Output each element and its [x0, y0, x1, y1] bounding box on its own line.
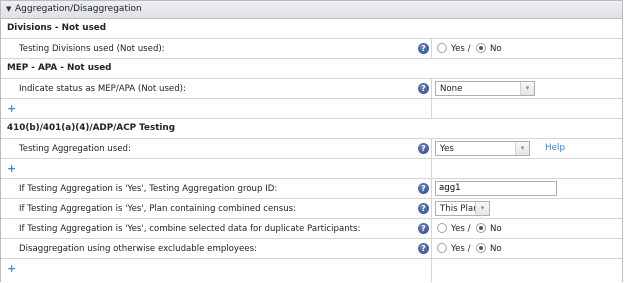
group-id-field[interactable]: [435, 181, 557, 196]
group-id-label: If Testing Aggregation is 'Yes', Testing…: [19, 184, 278, 194]
disaggregation-no-radio[interactable]: [476, 243, 486, 253]
column-divider: [431, 139, 432, 158]
disaggregation-yes-label: Yes /: [451, 244, 471, 254]
aggregation-used-label: Testing Aggregation used:: [19, 144, 131, 154]
column-divider: [431, 179, 432, 198]
help-link[interactable]: Help: [545, 143, 565, 153]
add-icon[interactable]: +: [7, 102, 16, 115]
combine-duplicates-no-label: No: [490, 224, 502, 234]
row-add-mep: +: [1, 99, 622, 119]
combined-census-label: If Testing Aggregation is 'Yes', Plan co…: [19, 204, 297, 214]
section-testing: 410(b)/401(a)(4)/ADP/ACP Testing: [1, 119, 622, 139]
aggregation-used-value: Yes: [440, 144, 454, 154]
row-combined-census: If Testing Aggregation is 'Yes', Plan co…: [1, 199, 622, 219]
row-mep-status: Indicate status as MEP/APA (Not used): ?…: [1, 79, 622, 99]
help-icon[interactable]: ?: [418, 243, 429, 254]
row-aggregation-used: Testing Aggregation used: ? Yes ▾ Help: [1, 139, 622, 159]
aggregation-used-select[interactable]: Yes ▾: [435, 141, 530, 156]
panel-title: Aggregation/Disaggregation: [15, 4, 142, 14]
chevron-down-icon[interactable]: ▾: [475, 202, 489, 215]
column-divider: [431, 159, 432, 178]
column-divider: [431, 239, 432, 258]
mep-status-select[interactable]: None ▾: [435, 81, 535, 96]
combined-census-select[interactable]: This Plan ▾: [435, 201, 490, 216]
section-divisions: Divisions - Not used: [1, 19, 622, 39]
panel-header[interactable]: ▼ Aggregation/Disaggregation: [1, 1, 622, 19]
mep-status-label: Indicate status as MEP/APA (Not used):: [19, 84, 186, 94]
row-add-aggregation: +: [1, 159, 622, 179]
row-disaggregation: Disaggregation using otherwise excludabl…: [1, 239, 622, 259]
column-divider: [431, 39, 432, 58]
help-icon[interactable]: ?: [418, 203, 429, 214]
chevron-down-icon[interactable]: ▾: [520, 82, 534, 95]
help-icon[interactable]: ?: [418, 143, 429, 154]
divisions-no-radio[interactable]: [476, 43, 486, 53]
combine-duplicates-label: If Testing Aggregation is 'Yes', combine…: [19, 224, 361, 234]
combine-duplicates-no-radio[interactable]: [476, 223, 486, 233]
aggregation-panel: ▼ Aggregation/Disaggregation Divisions -…: [0, 0, 623, 282]
divisions-used-label: Testing Divisions used (Not used):: [19, 44, 165, 54]
row-divisions-used: Testing Divisions used (Not used): ? Yes…: [1, 39, 622, 59]
disaggregation-no-label: No: [490, 244, 502, 254]
divisions-yes-radio[interactable]: [437, 43, 447, 53]
section-title-divisions: Divisions - Not used: [7, 23, 107, 33]
column-divider: [431, 99, 432, 118]
section-mep: MEP - APA - Not used: [1, 59, 622, 79]
combine-duplicates-yes-radio[interactable]: [437, 223, 447, 233]
help-icon[interactable]: ?: [418, 83, 429, 94]
row-combine-duplicates: If Testing Aggregation is 'Yes', combine…: [1, 219, 622, 239]
disaggregation-yes-radio[interactable]: [437, 243, 447, 253]
row-add-testing: +: [1, 259, 622, 282]
column-divider: [431, 219, 432, 238]
divisions-yes-label: Yes /: [451, 44, 471, 54]
chevron-down-icon[interactable]: ▾: [515, 142, 529, 155]
help-icon[interactable]: ?: [418, 223, 429, 234]
divisions-no-label: No: [490, 44, 502, 54]
group-id-input[interactable]: [436, 182, 556, 194]
add-icon[interactable]: +: [7, 162, 16, 175]
disaggregation-label: Disaggregation using otherwise excludabl…: [19, 244, 257, 254]
section-title-mep: MEP - APA - Not used: [7, 63, 112, 73]
mep-status-value: None: [440, 84, 463, 94]
combine-duplicates-yes-label: Yes /: [451, 224, 471, 234]
column-divider: [431, 199, 432, 218]
section-title-testing: 410(b)/401(a)(4)/ADP/ACP Testing: [7, 123, 175, 133]
help-icon[interactable]: ?: [418, 43, 429, 54]
combined-census-value: This Plan: [440, 204, 479, 214]
help-icon[interactable]: ?: [418, 183, 429, 194]
column-divider: [431, 259, 432, 282]
add-icon[interactable]: +: [7, 262, 16, 275]
column-divider: [431, 79, 432, 98]
collapse-icon[interactable]: ▼: [6, 5, 11, 13]
row-group-id: If Testing Aggregation is 'Yes', Testing…: [1, 179, 622, 199]
